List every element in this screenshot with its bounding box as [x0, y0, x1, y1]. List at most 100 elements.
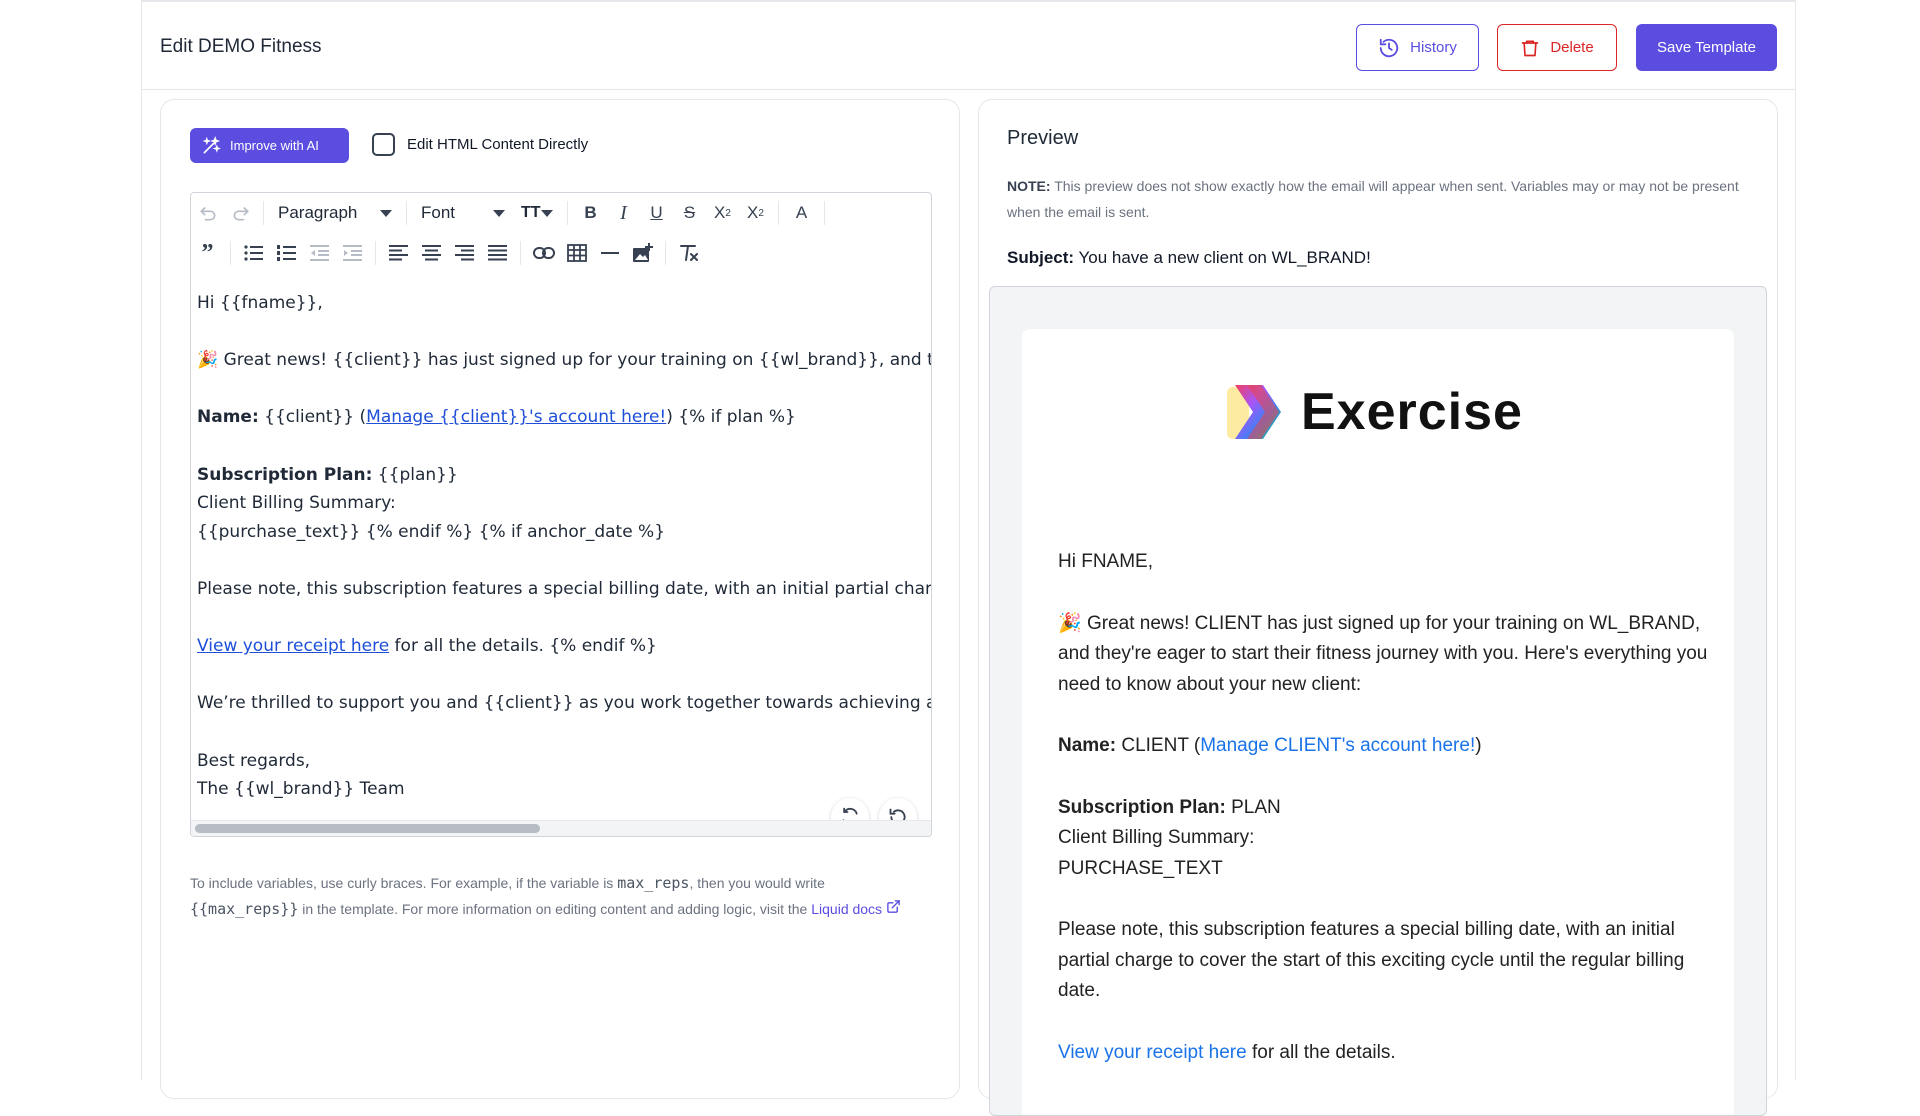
history-button[interactable]: History [1356, 24, 1479, 71]
preview-note: NOTE: This preview does not show exactly… [1007, 173, 1757, 225]
chevron-down-icon [380, 209, 392, 217]
email-preview-frame[interactable]: Exercise Hi FNAME, 🎉 Great news! CLIENT … [989, 286, 1767, 1116]
editor-content[interactable]: Hi {{fname}}, 🎉 Great news! {{client}} h… [197, 289, 931, 804]
plan-label: Subscription Plan: [197, 464, 373, 485]
email-receipt-link[interactable]: View your receipt here [1058, 1042, 1247, 1063]
preview-subject: Subject: You have a new client on WL_BRA… [1007, 248, 1371, 268]
name-value: {{client}} ( [258, 407, 367, 428]
exercise-logo-icon [1227, 385, 1281, 439]
top-bar: Edit DEMO Fitness History Delete Save Te… [142, 2, 1795, 90]
email-name-tail: ) [1475, 735, 1482, 756]
chevron-down-icon [541, 209, 553, 217]
indent-icon[interactable] [336, 238, 369, 268]
outdent-icon[interactable] [303, 238, 336, 268]
plan-line: Subscription Plan: {{plan}} [197, 461, 931, 490]
page-title: Edit DEMO Fitness [160, 36, 322, 57]
save-template-button[interactable]: Save Template [1636, 24, 1777, 71]
font-size-icon: TT [521, 204, 541, 221]
font-value: Font [421, 203, 456, 222]
email-receipt-line: View your receipt here for all the detai… [1058, 1038, 1708, 1069]
toolbar-separator [230, 241, 231, 265]
save-label: Save Template [1657, 39, 1756, 56]
app-frame: Edit DEMO Fitness History Delete Save Te… [141, 0, 1796, 1116]
var-example: max_reps [617, 874, 690, 892]
delete-label: Delete [1550, 39, 1594, 56]
horizontal-rule-icon[interactable] [593, 238, 626, 268]
plan-value: {{plan}} [372, 464, 458, 485]
toolbar-separator [520, 241, 521, 265]
email-name-value: CLIENT ( [1116, 735, 1201, 756]
history-label: History [1410, 39, 1457, 56]
toolbar-separator [567, 201, 568, 225]
toolbar-row-1: Paragraph Font TT B I U S X2 X2 A [191, 193, 931, 233]
email-name-line: Name: CLIENT (Manage CLIENT's account he… [1058, 731, 1708, 762]
purchase-line: {{purchase_text}} {% endif %} {% if anch… [197, 521, 666, 542]
note-text: This preview does not show exactly how t… [1007, 178, 1739, 220]
align-center-icon[interactable] [415, 238, 448, 268]
strikethrough-icon[interactable]: S [673, 198, 706, 228]
email-plan-block: Subscription Plan: PLAN Client Billing Su… [1058, 793, 1708, 885]
align-justify-icon[interactable] [481, 238, 514, 268]
receipt-link[interactable]: View your receipt here [197, 636, 389, 656]
subject-value: You have a new client on WL_BRAND! [1074, 248, 1371, 267]
text-color-icon[interactable]: A [785, 198, 818, 228]
numbered-list-icon[interactable] [270, 238, 303, 268]
email-receipt-tail: for all the details. [1246, 1041, 1396, 1063]
edit-html-checkbox[interactable] [372, 133, 395, 156]
horizontal-scrollbar[interactable] [191, 820, 931, 836]
greeting-line: Hi {{fname}}, [197, 293, 323, 313]
block-format-select[interactable]: Paragraph [270, 203, 400, 223]
preview-title: Preview [1007, 127, 1079, 149]
subject-label: Subject: [1007, 248, 1075, 267]
toolbar-separator [406, 201, 407, 225]
font-select[interactable]: Font [413, 203, 513, 223]
subscript-icon[interactable]: X2 [706, 198, 739, 228]
email-special-billing: Please note, this subscription features … [1058, 919, 1685, 1001]
delete-button[interactable]: Delete [1497, 24, 1617, 71]
improve-with-ai-button[interactable]: Improve with AI [190, 128, 349, 163]
table-icon[interactable] [560, 238, 593, 268]
redo-icon[interactable] [224, 198, 257, 228]
align-right-icon[interactable] [448, 238, 481, 268]
regards-line: Best regards, [197, 750, 311, 771]
email-news: 🎉 Great news! CLIENT has just signed up … [1058, 609, 1708, 701]
manage-account-link[interactable]: Manage {{client}}'s account here! [366, 407, 666, 427]
blockquote-icon[interactable]: ” [191, 238, 224, 268]
font-size-select[interactable]: TT [513, 204, 561, 222]
image-icon[interactable] [626, 238, 659, 268]
undo-icon[interactable] [191, 198, 224, 228]
help-text-2: , then you would write [689, 875, 825, 891]
var-template: {{max_reps}} [190, 900, 299, 918]
email-billing-label: Client Billing Summary: [1058, 827, 1255, 848]
bullet-list-icon[interactable] [237, 238, 270, 268]
editor-card: Improve with AI Edit HTML Content Direct… [160, 99, 960, 1099]
rich-text-editor[interactable]: Paragraph Font TT B I U S X2 X2 A ” Hi {… [190, 192, 932, 837]
liquid-docs-link[interactable]: Liquid docs [811, 900, 901, 917]
help-text-1: To include variables, use curly braces. … [190, 875, 618, 891]
preview-card: Preview NOTE: This preview does not show… [978, 99, 1778, 1116]
italic-icon[interactable]: I [607, 198, 640, 228]
variables-help-text: To include variables, use curly braces. … [190, 870, 930, 922]
note-label: NOTE: [1007, 178, 1051, 194]
name-label: Name: [197, 407, 259, 428]
team-line: The {{wl_brand}} Team [197, 779, 405, 800]
underline-icon[interactable]: U [640, 198, 673, 228]
superscript-icon[interactable]: X2 [739, 198, 772, 228]
clear-format-icon[interactable] [672, 238, 705, 268]
email-purchase: PURCHASE_TEXT [1058, 857, 1223, 879]
bold-icon[interactable]: B [574, 198, 607, 228]
trash-icon [1521, 40, 1539, 56]
billing-summary-line: Client Billing Summary: [197, 493, 396, 514]
liquid-docs-label: Liquid docs [811, 901, 883, 917]
link-icon[interactable] [527, 238, 560, 268]
email-plan-label: Subscription Plan: [1058, 796, 1226, 818]
align-left-icon[interactable] [382, 238, 415, 268]
toolbar-separator [263, 201, 264, 225]
email-manage-account-link[interactable]: Manage CLIENT's account here! [1200, 735, 1475, 756]
help-text-3: in the template. For more information on… [298, 901, 812, 917]
scrollbar-thumb[interactable] [195, 824, 540, 833]
